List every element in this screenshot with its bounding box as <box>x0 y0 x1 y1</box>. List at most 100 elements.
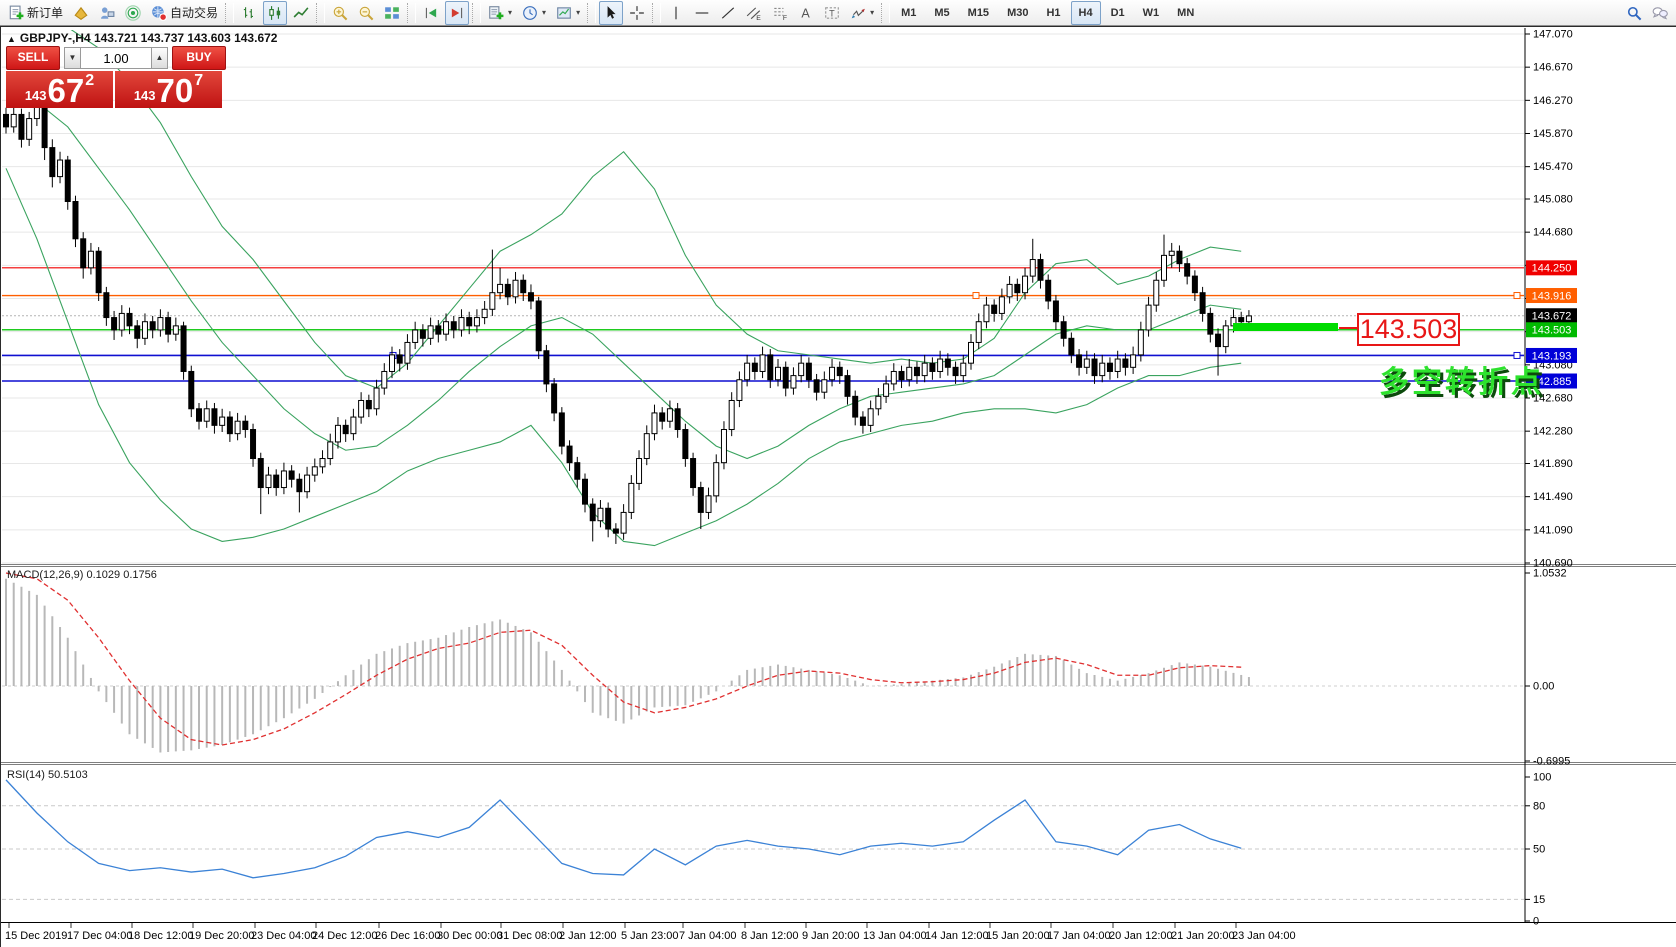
svg-text:144.250: 144.250 <box>1532 263 1572 275</box>
collapse-icon[interactable]: ▲ <box>7 34 16 44</box>
zoom-out-button[interactable] <box>354 1 378 25</box>
profile-button[interactable] <box>95 1 119 25</box>
svg-text:141.490: 141.490 <box>1533 491 1573 503</box>
pivot-highlight-bar[interactable] <box>1233 323 1338 331</box>
tf-d1-label: D1 <box>1107 7 1129 19</box>
auto-scroll-button[interactable] <box>419 1 443 25</box>
line-chart-button[interactable] <box>289 1 313 25</box>
tf-m5[interactable]: M5 <box>926 1 957 25</box>
templates-button[interactable]: ▾ <box>552 1 584 25</box>
svg-text:143.916: 143.916 <box>1532 290 1572 302</box>
svg-text:15 Jan 20:00: 15 Jan 20:00 <box>986 930 1050 942</box>
tf-m15[interactable]: M15 <box>960 1 997 25</box>
volume-input[interactable] <box>81 47 151 69</box>
rsi-value: 50.5103 <box>48 769 88 781</box>
svg-text:17 Dec 04:00: 17 Dec 04:00 <box>67 930 132 942</box>
signals-icon <box>125 5 141 21</box>
volume-increase-button[interactable]: ▲ <box>151 47 168 69</box>
svg-text:20 Jan 12:00: 20 Jan 12:00 <box>1109 930 1173 942</box>
tf-w1[interactable]: W1 <box>1135 1 1168 25</box>
svg-text:T: T <box>829 8 835 18</box>
price-callout-box[interactable]: 143.503 <box>1357 313 1460 346</box>
svg-text:F: F <box>783 14 787 20</box>
tf-h1[interactable]: H1 <box>1038 1 1068 25</box>
tf-m30[interactable]: M30 <box>999 1 1036 25</box>
trendline-button[interactable] <box>716 1 740 25</box>
zoom-in-button[interactable] <box>328 1 352 25</box>
auto-scroll-icon <box>423 5 439 21</box>
chart-shift-icon <box>449 5 465 21</box>
svg-text:144.680: 144.680 <box>1533 227 1573 239</box>
arrows-button[interactable]: ▾ <box>846 1 878 25</box>
chart-shift-button[interactable] <box>445 1 469 25</box>
svg-text:80: 80 <box>1533 800 1545 812</box>
turning-point-annotation[interactable]: 多空转折点 <box>1379 357 1544 401</box>
tf-m1[interactable]: M1 <box>893 1 924 25</box>
mt4-application: 新订单自动交易▾▾▾EFAT▾M1M5M15M30H1H4D1W1MN 147.… <box>0 0 1676 947</box>
svg-text:143.672: 143.672 <box>1532 311 1572 323</box>
resistance-line-2-handle <box>973 293 979 299</box>
tf-m1-label: M1 <box>897 7 920 19</box>
chart-bars-icon <box>241 5 257 21</box>
chart-window[interactable]: 147.070146.670146.270145.870145.470145.0… <box>0 26 1676 947</box>
chat-button[interactable] <box>1648 1 1672 25</box>
template-icon <box>556 5 572 21</box>
svg-text:13 Jan 04:00: 13 Jan 04:00 <box>863 930 927 942</box>
label-button[interactable]: T <box>820 1 844 25</box>
channel-button[interactable]: E <box>742 1 766 25</box>
buy-price-big: 70 <box>157 76 194 106</box>
chart-candles-icon <box>267 5 283 21</box>
svg-text:141.090: 141.090 <box>1533 524 1573 536</box>
sell-price-display[interactable]: 143 67 2 <box>6 71 113 108</box>
rsi-title: RSI(14) <box>7 769 45 781</box>
svg-text:2 Jan 12:00: 2 Jan 12:00 <box>559 930 617 942</box>
tf-mn[interactable]: MN <box>1169 1 1202 25</box>
search-button[interactable] <box>1622 1 1646 25</box>
metaeditor-button[interactable] <box>69 1 93 25</box>
crosshair-button[interactable] <box>625 1 649 25</box>
symbol-info: ▲ GBPJPY-,H4 143.721 143.737 143.603 143.… <box>7 31 277 45</box>
toolbar-separator <box>407 3 416 23</box>
cursor-button[interactable] <box>599 1 623 25</box>
tf-h4[interactable]: H4 <box>1071 1 1101 25</box>
price-chart-svg[interactable]: 147.070146.670146.270145.870145.470145.0… <box>1 27 1676 947</box>
tile-windows-button[interactable] <box>380 1 404 25</box>
autotrading-button[interactable]: 自动交易 <box>147 1 222 25</box>
indicators-button[interactable]: ▾ <box>484 1 516 25</box>
svg-text:15 Dec 2019: 15 Dec 2019 <box>5 930 67 942</box>
zoom-in-icon <box>332 5 348 21</box>
add-indicator-icon <box>488 5 504 21</box>
tf-d1[interactable]: D1 <box>1103 1 1133 25</box>
symbol-ohlc-text: GBPJPY-,H4 143.721 143.737 143.603 143.6… <box>20 31 278 45</box>
svg-text:7 Jan 04:00: 7 Jan 04:00 <box>679 930 737 942</box>
svg-text:E: E <box>756 14 761 20</box>
search-icon <box>1626 5 1642 21</box>
buy-price-display[interactable]: 143 70 7 <box>115 71 222 108</box>
fibonacci-button[interactable]: F <box>768 1 792 25</box>
sell-button[interactable]: SELL <box>6 46 60 70</box>
volume-decrease-button[interactable]: ▼ <box>64 47 81 69</box>
bar-chart-button[interactable] <box>237 1 261 25</box>
periods-button[interactable]: ▾ <box>518 1 550 25</box>
one-click-trading-panel: SELL ▼ ▲ BUY 143 67 2 143 70 7 <box>6 47 226 108</box>
svg-text:1.0532: 1.0532 <box>1533 568 1567 580</box>
tf-w1-label: W1 <box>1139 7 1164 19</box>
horizontal-line-button[interactable] <box>690 1 714 25</box>
vertical-line-button[interactable] <box>664 1 688 25</box>
svg-text:5 Jan 23:00: 5 Jan 23:00 <box>621 930 679 942</box>
svg-text:23 Jan 04:00: 23 Jan 04:00 <box>1232 930 1296 942</box>
new-order-button-label: 新订单 <box>27 4 63 21</box>
toolbar-separator <box>881 3 890 23</box>
new-order-button[interactable]: 新订单 <box>4 1 67 25</box>
svg-text:0: 0 <box>1533 916 1539 928</box>
signals-button[interactable] <box>121 1 145 25</box>
svg-text:15: 15 <box>1533 894 1545 906</box>
svg-text:18 Dec 12:00: 18 Dec 12:00 <box>128 930 193 942</box>
buy-button[interactable]: BUY <box>172 46 226 70</box>
text-button[interactable]: A <box>794 1 818 25</box>
tf-m15-label: M15 <box>964 7 993 19</box>
candlestick-chart-button[interactable] <box>263 1 287 25</box>
chart-line-icon <box>293 5 309 21</box>
arrows-icon <box>850 5 866 21</box>
svg-text:146.270: 146.270 <box>1533 95 1573 107</box>
